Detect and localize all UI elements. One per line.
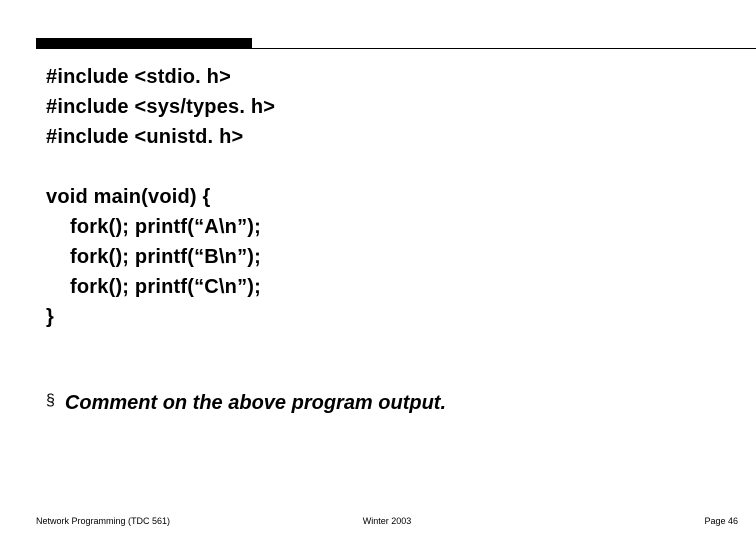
code-line: fork(); printf(“C\n”); bbox=[46, 272, 716, 302]
code-line: #include <unistd. h> bbox=[46, 122, 716, 152]
bullet-icon: § bbox=[46, 388, 55, 414]
code-line: fork(); printf(“A\n”); bbox=[46, 212, 716, 242]
slide-content: #include <stdio. h> #include <sys/types.… bbox=[46, 62, 716, 418]
footer-left: Network Programming (TDC 561) bbox=[36, 516, 170, 526]
code-line: fork(); printf(“B\n”); bbox=[46, 242, 716, 272]
code-line: #include <sys/types. h> bbox=[46, 92, 716, 122]
code-line: void main(void) { bbox=[46, 182, 716, 212]
code-line: } bbox=[46, 302, 716, 332]
footer: Network Programming (TDC 561) Winter 200… bbox=[36, 516, 738, 526]
code-line: #include <stdio. h> bbox=[46, 62, 716, 92]
bullet-item: § Comment on the above program output. bbox=[46, 388, 716, 418]
code-block: #include <stdio. h> #include <sys/types.… bbox=[46, 62, 716, 332]
title-underline bbox=[36, 48, 756, 49]
title-bar bbox=[36, 38, 252, 48]
footer-right: Page 46 bbox=[704, 516, 738, 526]
blank-line bbox=[46, 152, 716, 182]
bullet-text: Comment on the above program output. bbox=[65, 388, 446, 418]
